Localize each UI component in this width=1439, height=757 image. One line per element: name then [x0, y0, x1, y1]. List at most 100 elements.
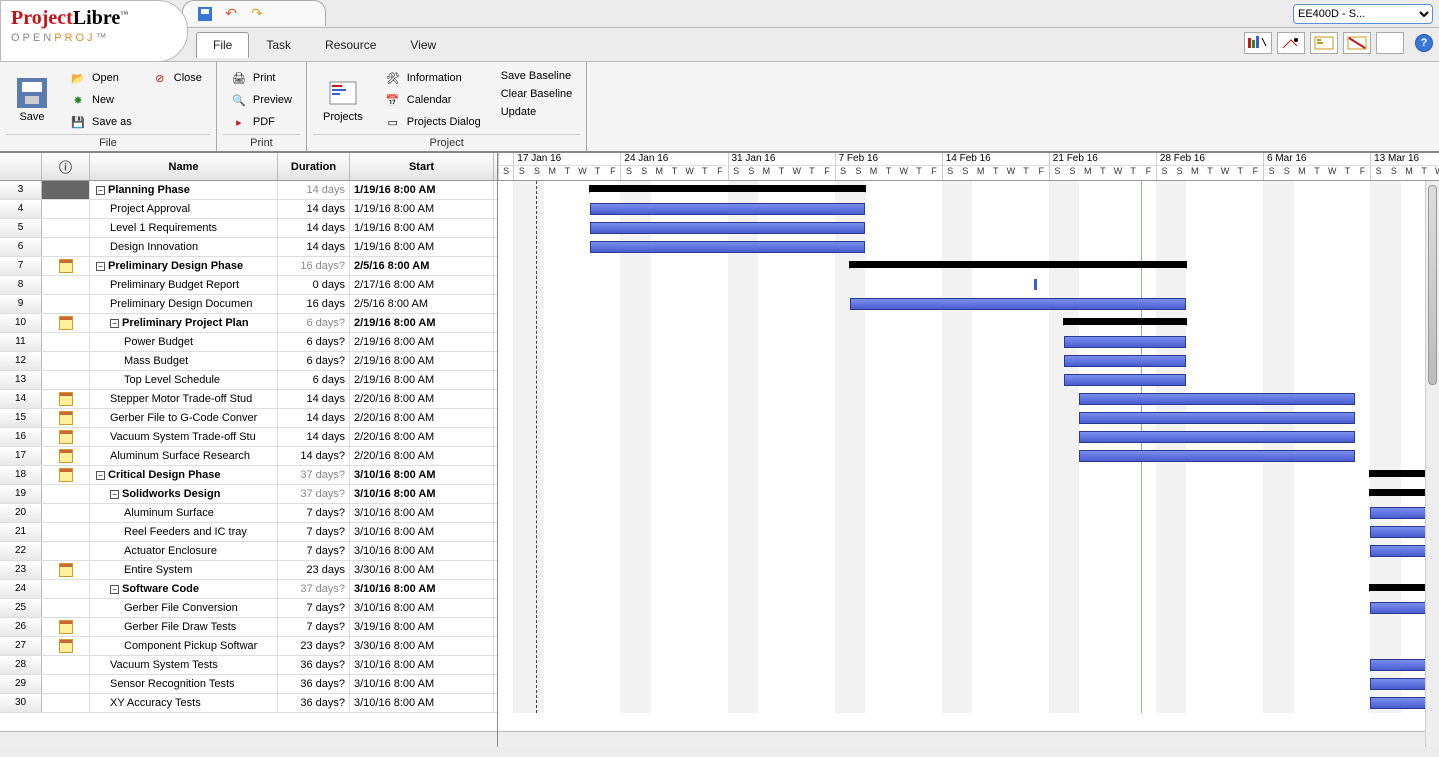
update-button[interactable]: Update	[497, 104, 577, 120]
open-button[interactable]: 📂Open	[66, 68, 136, 88]
table-row[interactable]: 13Top Level Schedule6 days2/19/16 8:00 A…	[0, 371, 497, 390]
table-row[interactable]: 18−Critical Design Phase37 days?3/10/16 …	[0, 466, 497, 485]
table-row[interactable]: 12Mass Budget6 days?2/19/16 8:00 AM	[0, 352, 497, 371]
redo-icon[interactable]: ↷	[249, 6, 265, 22]
close-button[interactable]: ⊘Close	[148, 68, 206, 88]
task-bar[interactable]	[1064, 336, 1186, 348]
task-bar[interactable]	[1079, 412, 1354, 424]
table-row[interactable]: 24−Software Code37 days?3/10/16 8:00 AM	[0, 580, 497, 599]
table-row[interactable]: 17Aluminum Surface Research14 days?2/20/…	[0, 447, 497, 466]
table-row[interactable]: 5Level 1 Requirements14 days1/19/16 8:00…	[0, 219, 497, 238]
gantt-body[interactable]	[498, 181, 1439, 731]
table-row[interactable]: 23Entire System23 days3/30/16 8:00 AM	[0, 561, 497, 580]
undo-icon[interactable]: ↶	[223, 6, 239, 22]
table-row[interactable]: 28Vacuum System Tests36 days?3/10/16 8:0…	[0, 656, 497, 675]
tab-task[interactable]: Task	[249, 32, 308, 58]
task-bar[interactable]	[850, 298, 1187, 310]
calendar-constraint-icon	[59, 468, 73, 482]
timeline-header[interactable]: 17 Jan 16SSMTWTF24 Jan 16SSMTWTF31 Jan 1…	[498, 153, 1439, 181]
table-row[interactable]: 29Sensor Recognition Tests36 days?3/10/1…	[0, 675, 497, 694]
table-row[interactable]: 26Gerber File Draw Tests7 days?3/19/16 8…	[0, 618, 497, 637]
table-row[interactable]: 20Aluminum Surface7 days?3/10/16 8:00 AM	[0, 504, 497, 523]
collapse-icon[interactable]: −	[96, 186, 105, 195]
tab-view[interactable]: View	[393, 32, 453, 58]
table-row[interactable]: 27Component Pickup Softwar23 days?3/30/1…	[0, 637, 497, 656]
task-bar[interactable]	[1064, 355, 1186, 367]
table-row[interactable]: 30XY Accuracy Tests36 days?3/10/16 8:00 …	[0, 694, 497, 713]
projects-button[interactable]: Projects	[313, 66, 373, 134]
table-row[interactable]: 10−Preliminary Project Plan6 days?2/19/1…	[0, 314, 497, 333]
task-bar[interactable]	[1064, 374, 1186, 386]
print-button[interactable]: 🖨Print	[227, 68, 296, 88]
table-row[interactable]: 6Design Innovation14 days1/19/16 8:00 AM	[0, 238, 497, 257]
project-selector[interactable]: EE400D - S...	[1293, 4, 1433, 24]
collapse-icon[interactable]: −	[110, 490, 119, 499]
task-bar[interactable]	[590, 241, 865, 253]
dialog-icon: ▭	[385, 114, 401, 130]
view-nousage-icon[interactable]	[1343, 32, 1371, 54]
name-header[interactable]: Name	[90, 153, 278, 180]
collapse-icon[interactable]: −	[110, 319, 119, 328]
task-bar[interactable]	[1079, 450, 1354, 462]
view-gantt-icon[interactable]	[1244, 32, 1272, 54]
task-bar[interactable]	[590, 222, 865, 234]
collapse-icon[interactable]: −	[96, 262, 105, 271]
indicator-header[interactable]: ⓘ	[42, 153, 90, 180]
titlebar: ↶ ↷ EE400D - S...	[0, 0, 1439, 28]
summary-bar[interactable]	[850, 261, 1187, 268]
gantt-hscroll[interactable]	[498, 731, 1439, 747]
tab-resource[interactable]: Resource	[308, 32, 393, 58]
table-row[interactable]: 15Gerber File to G-Code Conver14 days2/2…	[0, 409, 497, 428]
start-header[interactable]: Start	[350, 153, 494, 180]
calendar-constraint-icon	[59, 392, 73, 406]
table-row[interactable]: 22Actuator Enclosure7 days?3/10/16 8:00 …	[0, 542, 497, 561]
task-bar[interactable]	[1079, 431, 1354, 443]
table-row[interactable]: 21Reel Feeders and IC tray7 days?3/10/16…	[0, 523, 497, 542]
gantt-vscroll[interactable]	[1425, 181, 1439, 747]
collapse-icon[interactable]: −	[96, 471, 105, 480]
collapse-icon[interactable]: −	[110, 585, 119, 594]
view-usage-icon[interactable]	[1310, 32, 1338, 54]
preview-button[interactable]: 🔍Preview	[227, 90, 296, 110]
milestone-marker[interactable]	[1034, 279, 1037, 290]
tab-file[interactable]: File	[196, 32, 249, 58]
table-row[interactable]: 3−Planning Phase14 days1/19/16 8:00 AM	[0, 181, 497, 200]
gantt-chart[interactable]: 17 Jan 16SSMTWTF24 Jan 16SSMTWTF31 Jan 1…	[498, 153, 1439, 747]
table-row[interactable]: 7−Preliminary Design Phase16 days?2/5/16…	[0, 257, 497, 276]
table-row[interactable]: 8Preliminary Budget Report0 days2/17/16 …	[0, 276, 497, 295]
clear-baseline-button[interactable]: Clear Baseline	[497, 86, 577, 102]
save-icon[interactable]	[197, 6, 213, 22]
information-button[interactable]: 🛠Information	[381, 68, 485, 88]
task-grid[interactable]: ⓘ Name Duration Start 3−Planning Phase14…	[0, 153, 498, 747]
table-row[interactable]: 9Preliminary Design Documen16 days2/5/16…	[0, 295, 497, 314]
table-row[interactable]: 11Power Budget6 days?2/19/16 8:00 AM	[0, 333, 497, 352]
table-row[interactable]: 19−Solidworks Design37 days?3/10/16 8:00…	[0, 485, 497, 504]
saveas-button[interactable]: 💾Save as	[66, 112, 136, 132]
table-row[interactable]: 25Gerber File Conversion7 days?3/10/16 8…	[0, 599, 497, 618]
file-group-label: File	[6, 134, 210, 151]
view-tracking-icon[interactable]	[1277, 32, 1305, 54]
calendar-button[interactable]: 📅Calendar	[381, 90, 485, 110]
calendar-constraint-icon	[59, 259, 73, 273]
summary-bar[interactable]	[1064, 318, 1186, 325]
calendar-constraint-icon	[59, 316, 73, 330]
grid-hscroll[interactable]	[0, 731, 497, 747]
projects-dialog-button[interactable]: ▭Projects Dialog	[381, 112, 485, 132]
task-bar[interactable]	[590, 203, 865, 215]
duration-header[interactable]: Duration	[278, 153, 350, 180]
task-bar[interactable]	[1079, 393, 1354, 405]
table-row[interactable]: 14Stepper Motor Trade-off Stud14 days2/2…	[0, 390, 497, 409]
table-row[interactable]: 4Project Approval14 days1/19/16 8:00 AM	[0, 200, 497, 219]
save-button[interactable]: Save	[6, 66, 58, 134]
calendar-constraint-icon	[59, 620, 73, 634]
magnifier-icon: 🔍	[231, 92, 247, 108]
table-row[interactable]: 16Vacuum System Trade-off Stu14 days2/20…	[0, 428, 497, 447]
save-baseline-button[interactable]: Save Baseline	[497, 68, 577, 84]
summary-bar[interactable]	[590, 185, 865, 192]
new-button[interactable]: ✸New	[66, 90, 136, 110]
rownum-header[interactable]	[0, 153, 42, 180]
help-icon[interactable]: ?	[1415, 34, 1433, 52]
view-blank-icon[interactable]	[1376, 32, 1404, 54]
app-logo: ProjectLibre™ OPENPROJ™	[0, 0, 188, 62]
pdf-button[interactable]: ▸PDF	[227, 112, 296, 132]
